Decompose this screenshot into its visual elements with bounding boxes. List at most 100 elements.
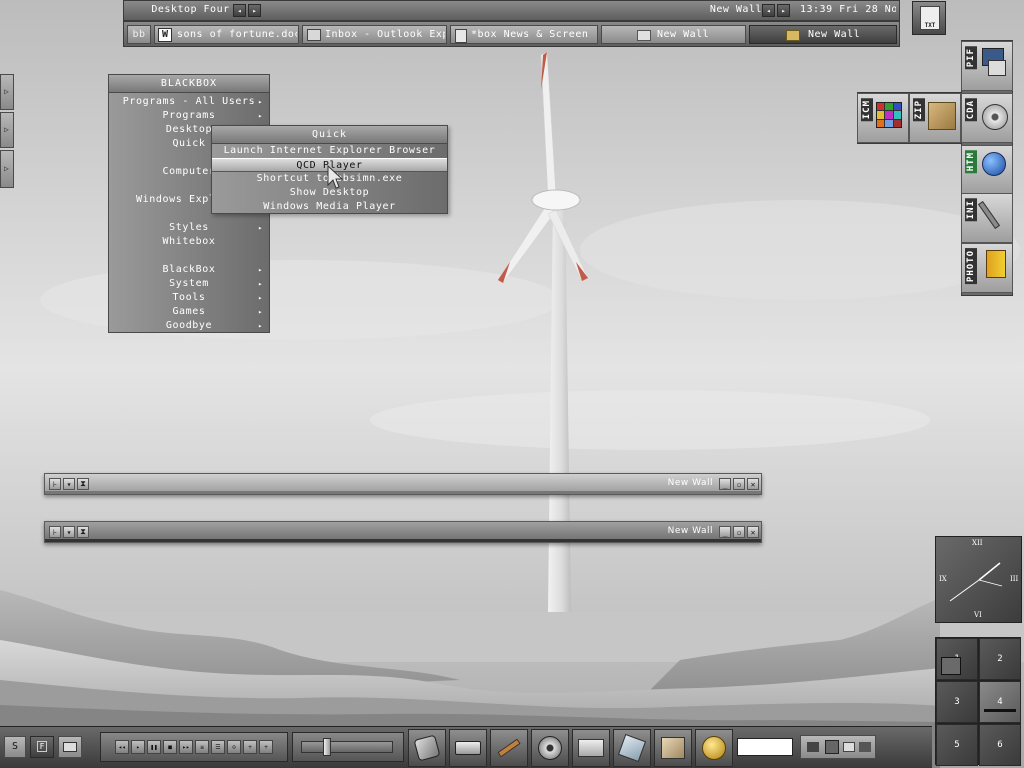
menu-item-styles[interactable]: Styles ▸ <box>109 221 269 235</box>
slit-window-title: New Wall <box>667 526 713 536</box>
maximize-button[interactable]: ▫ <box>733 478 745 490</box>
menu-item-games[interactable]: Games ▸ <box>109 305 269 319</box>
wallpaper-prev-button[interactable]: ◂ <box>762 4 775 17</box>
pager-desk-3[interactable]: 3 <box>936 681 978 723</box>
player-pause-button[interactable]: ❚❚ <box>147 740 161 754</box>
task-button-4[interactable]: New Wall <box>601 25 746 44</box>
quick-item-wmp[interactable]: Windows Media Player <box>212 200 447 214</box>
launcher-dock <box>408 729 733 767</box>
player-volume-up-button[interactable]: + <box>243 740 257 754</box>
slit-dropdown-button[interactable]: ▾ <box>63 478 75 490</box>
slit-dropdown-button[interactable]: ▾ <box>63 526 75 538</box>
player-forward-button[interactable]: ▸▸ <box>179 740 193 754</box>
player-rewind-button[interactable]: ◂◂ <box>115 740 129 754</box>
player-options-button[interactable]: ⊙ <box>227 740 241 754</box>
icon-label: ZIP <box>913 98 925 122</box>
task-button-1[interactable]: W sons of fortune.doc <box>154 25 299 44</box>
tray-icon-1[interactable] <box>807 742 819 752</box>
pager-desk-2[interactable]: 2 <box>979 638 1021 680</box>
menu-item-label: Windows Media Player <box>263 201 396 212</box>
tray-icon-4[interactable] <box>859 742 871 752</box>
volume-control <box>292 732 404 762</box>
maximize-button[interactable]: ▫ <box>733 526 745 538</box>
close-button[interactable]: ✕ <box>747 526 759 538</box>
menu-item-blackbox[interactable]: BlackBox ▸ <box>109 263 269 277</box>
tray-icon-2[interactable] <box>825 740 839 754</box>
ini-file-icon[interactable]: INI <box>961 193 1013 243</box>
menu-item-programs-all-users[interactable]: Programs - All Users ▸ <box>109 95 269 109</box>
task-button-5-active[interactable]: New Wall <box>749 25 897 44</box>
menu-item-label: Goodbye <box>165 320 213 331</box>
folder-open-icon <box>786 30 800 41</box>
minimize-button[interactable]: _ <box>719 478 731 490</box>
menu-item-goodbye[interactable]: Goodbye ▸ <box>109 319 269 333</box>
slit-menu-button[interactable]: ⊦ <box>49 526 61 538</box>
menu-item-tools[interactable]: Tools ▸ <box>109 291 269 305</box>
minimize-button[interactable]: _ <box>719 526 731 538</box>
wallpaper-next-button[interactable]: ▸ <box>777 4 790 17</box>
menu-item-label: Quick <box>172 138 206 149</box>
player-list-button[interactable]: ☰ <box>211 740 225 754</box>
pager-label: 5 <box>954 740 960 750</box>
photo-file-icon[interactable]: PHOTO <box>961 243 1013 293</box>
submenu-arrow-icon: ▸ <box>258 112 263 120</box>
slit-shade-button[interactable]: ⧗ <box>77 478 89 490</box>
task-button-3[interactable]: *box News & Screen <box>450 25 598 44</box>
menu-item-system[interactable]: System ▸ <box>109 277 269 291</box>
bbstyle-icon[interactable] <box>408 729 446 767</box>
cda-file-icon[interactable]: CDA <box>961 93 1013 143</box>
task-button-2[interactable]: Inbox - Outlook Expr <box>302 25 447 44</box>
menu-item-whitebox[interactable]: Whitebox <box>109 235 269 249</box>
bottom-f-button[interactable]: F <box>30 736 54 758</box>
volume-track[interactable] <box>301 741 393 753</box>
slit-window-2: ⊦ ▾ ⧗ New Wall _ ▫ ✕ <box>44 521 762 543</box>
pager-desk-1[interactable]: 1 <box>936 638 978 680</box>
folder-icon[interactable] <box>572 729 610 767</box>
analog-clock: XII III VI IX <box>935 536 1022 623</box>
menu-item-label: Whitebox <box>162 236 216 247</box>
player-stop-button[interactable]: ■ <box>163 740 177 754</box>
pif-file-icon[interactable]: PIF <box>961 41 1013 91</box>
workspace-label[interactable]: Desktop Four <box>148 4 233 15</box>
slit-shade-button[interactable]: ⧗ <box>77 526 89 538</box>
power-icon[interactable] <box>695 729 733 767</box>
system-tray <box>800 735 876 759</box>
documents-icon[interactable] <box>654 729 692 767</box>
menu-item-label: Games <box>172 306 206 317</box>
hard-drive-icon[interactable] <box>449 729 487 767</box>
menu-item-label: Programs - All Users <box>122 96 256 107</box>
left-tab-1[interactable]: ▷ <box>0 74 14 110</box>
folder-icon <box>637 30 651 41</box>
pager-desk-5[interactable]: 5 <box>936 724 978 766</box>
run-input-field[interactable] <box>737 738 793 756</box>
player-play-button[interactable]: ▸ <box>131 740 145 754</box>
film-reel-icon[interactable] <box>531 729 569 767</box>
turbine-tower <box>548 200 571 612</box>
quick-item-ie[interactable]: Launch Internet Explorer Browser <box>212 144 447 158</box>
left-tab-3[interactable]: ▷ <box>0 150 14 188</box>
workspace-next-button[interactable]: ▸ <box>248 4 261 17</box>
bottom-s-button[interactable]: S <box>4 736 26 758</box>
left-tab-2[interactable]: ▷ <box>0 112 14 148</box>
txt-file-icon[interactable]: TXT <box>912 1 946 35</box>
icm-file-icon[interactable]: ICM <box>857 93 909 143</box>
zip-file-icon[interactable]: ZIP <box>909 93 961 143</box>
tools-icon[interactable] <box>490 729 528 767</box>
wallpaper-label[interactable]: New Wall <box>684 4 762 15</box>
tray-icon-3[interactable] <box>843 742 855 752</box>
bb-button[interactable]: bb <box>127 25 151 44</box>
word-icon: W <box>158 28 172 42</box>
pager-desk-6[interactable]: 6 <box>979 724 1021 766</box>
player-playlist-button[interactable]: ≡ <box>195 740 209 754</box>
bottom-window-button[interactable] <box>58 736 82 758</box>
music-icon[interactable] <box>613 729 651 767</box>
volume-slider-handle[interactable] <box>323 738 331 756</box>
player-add-button[interactable]: + <box>259 740 273 754</box>
workspace-prev-button[interactable]: ◂ <box>233 4 246 17</box>
pager-desk-4-current[interactable]: 4 <box>979 681 1021 723</box>
close-button[interactable]: ✕ <box>747 478 759 490</box>
mouse-cursor-icon <box>327 164 344 189</box>
htm-file-icon[interactable]: HTM <box>961 145 1013 195</box>
slit-menu-button[interactable]: ⊦ <box>49 478 61 490</box>
menu-item-programs[interactable]: Programs ▸ <box>109 109 269 123</box>
